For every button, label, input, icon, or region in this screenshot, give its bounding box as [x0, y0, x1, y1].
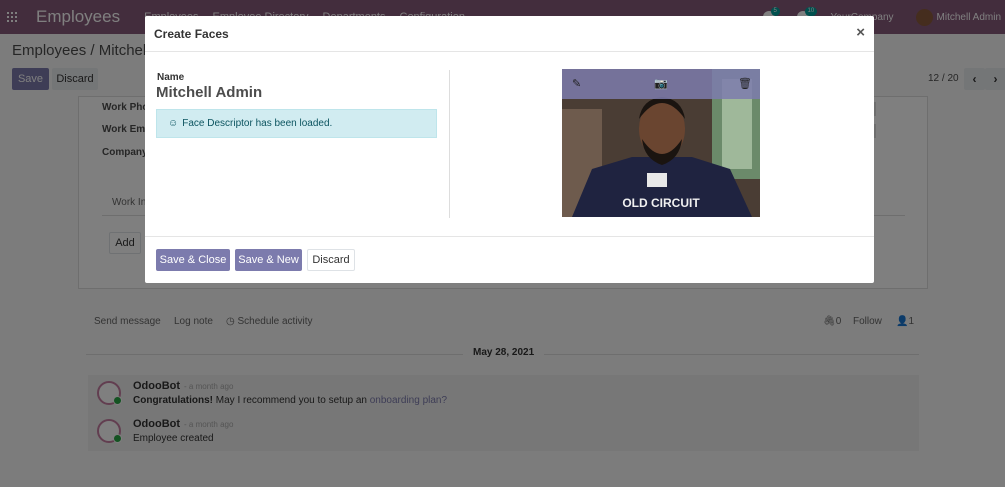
- name-value: Mitchell Admin: [156, 84, 263, 101]
- alert-text: Face Descriptor has been loaded.: [182, 118, 333, 129]
- modal-title: Create Faces: [154, 27, 229, 41]
- shirt-text: OLD CIRCUIT: [622, 196, 700, 210]
- modal-header: Create Faces ×: [145, 16, 874, 52]
- close-icon[interactable]: ×: [856, 24, 865, 41]
- smile-icon: ☺: [168, 118, 179, 129]
- pencil-icon[interactable]: ✎: [572, 77, 581, 90]
- face-descriptor-alert: ☺ Face Descriptor has been loaded.: [156, 109, 437, 138]
- column-divider: [449, 70, 450, 218]
- save-close-button[interactable]: Save & Close: [156, 249, 230, 271]
- modal-footer-divider: [145, 236, 874, 237]
- modal-discard-button[interactable]: Discard: [307, 249, 355, 271]
- face-photo[interactable]: OLD CIRCUIT ✎ 📷 🗑: [562, 69, 760, 217]
- trash-icon[interactable]: 🗑: [738, 77, 752, 90]
- save-new-button[interactable]: Save & New: [235, 249, 302, 271]
- create-faces-dialog: Create Faces × Name Mitchell Admin ☺ Fac…: [145, 16, 874, 283]
- camera-icon[interactable]: 📷: [654, 77, 668, 90]
- name-label: Name: [157, 72, 185, 83]
